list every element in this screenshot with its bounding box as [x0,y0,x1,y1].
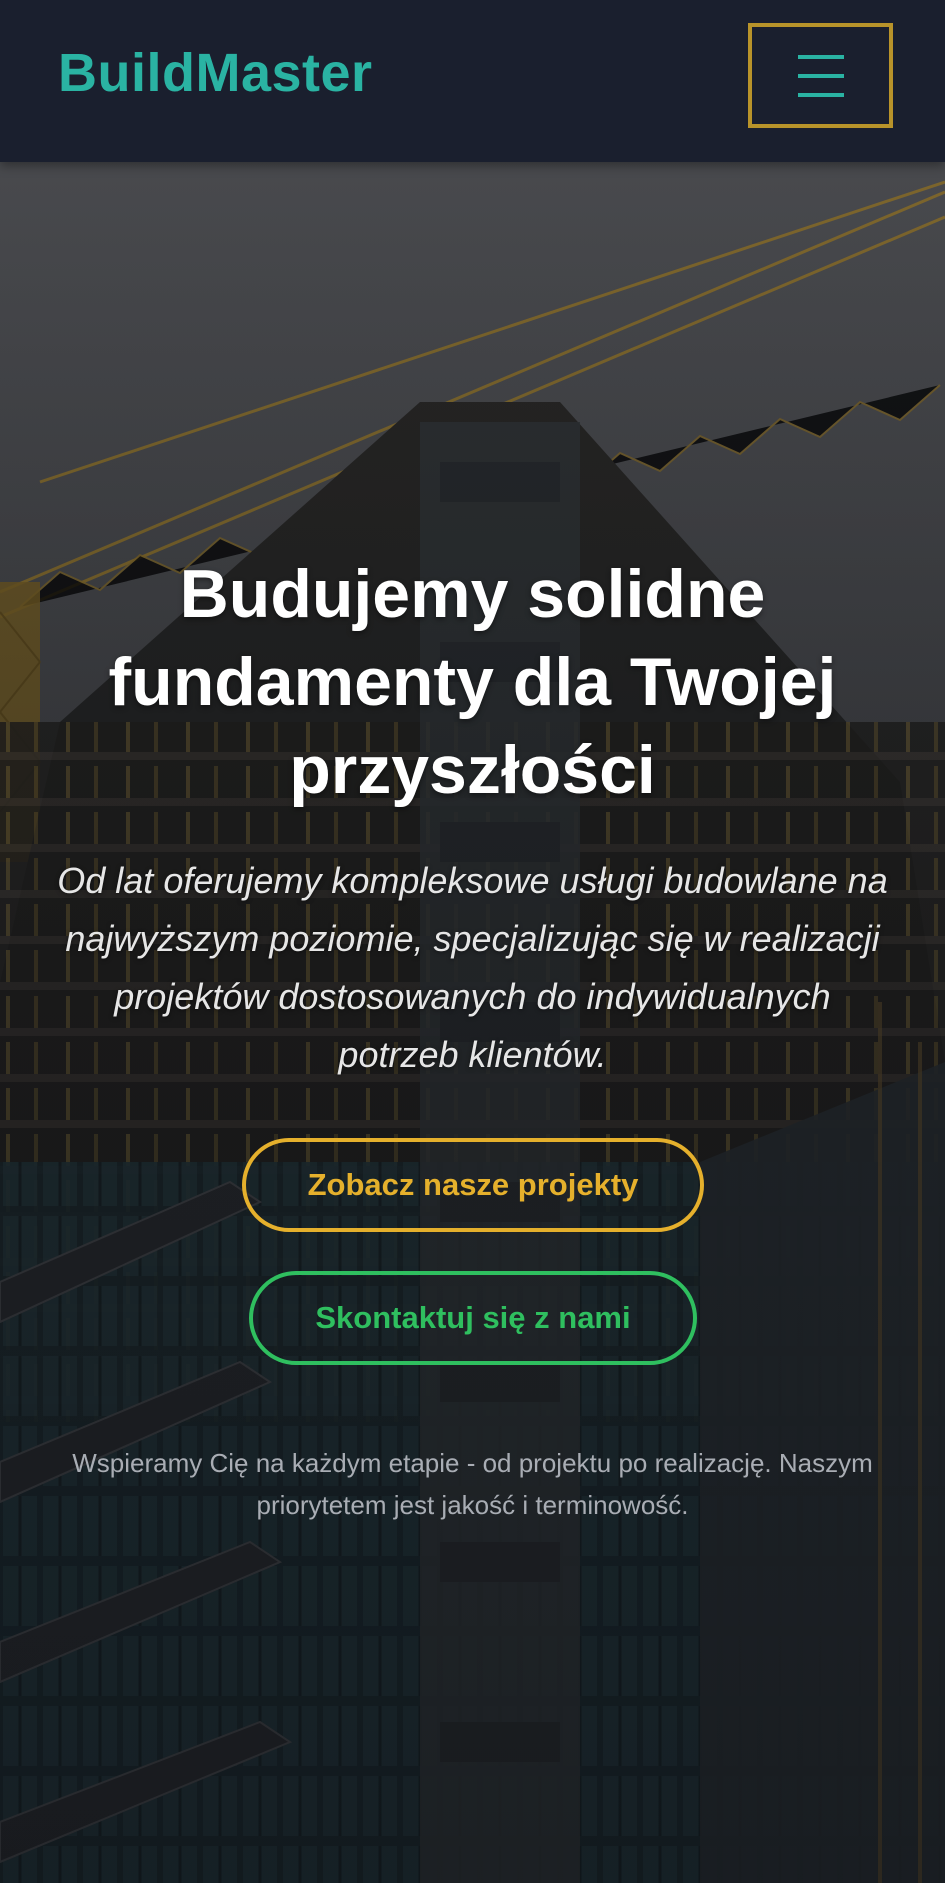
logo[interactable]: BuildMaster [58,42,373,104]
hero-subheadline: Od lat oferujemy kompleksowe usługi budo… [57,860,888,1075]
hero-note: Wspieramy Cię na każdym etapie - od proj… [72,1448,873,1520]
menu-toggle-button[interactable] [748,23,893,128]
view-projects-button[interactable]: Zobacz nasze projekty [242,1138,704,1232]
contact-us-button[interactable]: Skontaktuj się z nami [249,1271,697,1365]
hero-headline: Budujemy solidne fundamenty dla Twojej p… [108,556,837,808]
site-header: BuildMaster [0,0,945,162]
hamburger-menu-icon [798,55,844,97]
hero-section: Budujemy solidne fundamenty dla Twojej p… [0,162,945,1883]
